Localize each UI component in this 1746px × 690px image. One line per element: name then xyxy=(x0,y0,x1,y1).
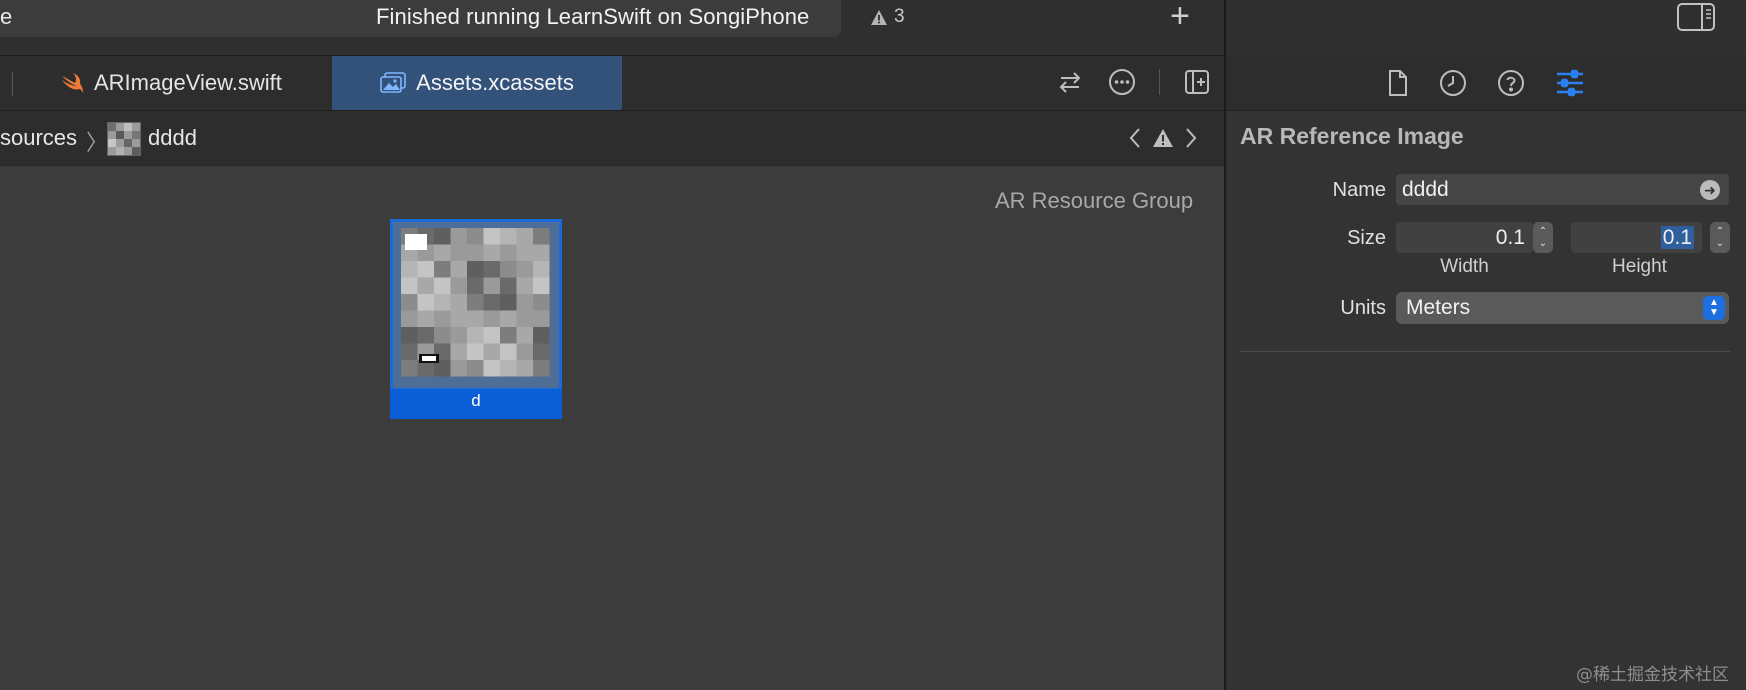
resource-group-label: AR Resource Group xyxy=(995,188,1194,213)
attributes-inspector-icon[interactable] xyxy=(1555,69,1585,97)
tab-arimageview-swift[interactable]: ARImageView.swift xyxy=(60,70,282,96)
width-field[interactable]: 0.1 xyxy=(1396,222,1533,253)
add-editor-split-icon[interactable] xyxy=(1182,67,1212,97)
height-field[interactable]: 0.1 xyxy=(1571,222,1702,253)
toolbar-divider xyxy=(1159,69,1160,95)
swap-arrows-icon[interactable] xyxy=(1055,67,1085,97)
editor-actions xyxy=(1055,67,1212,97)
size-label: Size xyxy=(1347,227,1386,249)
tab-label: Assets.xcassets xyxy=(416,70,574,95)
breadcrumb-item-asset[interactable]: dddd xyxy=(148,125,197,151)
tab-assets-xcassets[interactable]: Assets.xcassets xyxy=(332,56,622,110)
warning-icon[interactable] xyxy=(1152,128,1174,148)
chevron-up-icon[interactable]: ⌃ xyxy=(1539,226,1547,238)
swift-icon xyxy=(62,73,83,93)
height-value-selected[interactable]: 0.1 xyxy=(1660,226,1694,249)
inspector-tabs xyxy=(1226,56,1746,111)
width-stepper[interactable]: ⌃ ⌄ xyxy=(1533,222,1553,253)
height-caption: Height xyxy=(1612,256,1667,277)
breadcrumb-separator: 〉 xyxy=(86,130,109,155)
width-caption: Width xyxy=(1440,256,1489,277)
inspector-section-title: AR Reference Image xyxy=(1240,123,1464,149)
breadcrumb-item-group[interactable]: sources xyxy=(0,125,77,151)
pixelated-image xyxy=(393,222,559,388)
add-button[interactable]: + xyxy=(1170,0,1190,33)
inspector-toggle-icon[interactable] xyxy=(1676,2,1716,37)
reference-image-preview xyxy=(390,219,562,391)
tab-label: ARImageView.swift xyxy=(94,70,282,95)
warning-indicator[interactable]: 3 xyxy=(870,6,905,28)
issue-navigation xyxy=(1128,126,1198,150)
reference-image-tile[interactable]: d xyxy=(390,219,562,423)
warning-icon xyxy=(871,9,887,25)
chevron-down-icon[interactable]: ⌄ xyxy=(1716,238,1724,250)
image-assets-icon xyxy=(380,72,406,93)
warning-count: 3 xyxy=(894,6,905,27)
units-label: Units xyxy=(1340,297,1386,319)
watermark: @稀土掘金技术社区 xyxy=(1576,665,1729,685)
popup-chevrons-icon[interactable]: ▲ ▼ xyxy=(1703,296,1725,320)
name-field[interactable]: dddd xyxy=(1396,174,1729,205)
height-stepper[interactable]: ⌃ ⌄ xyxy=(1710,222,1730,253)
tab-divider xyxy=(12,72,13,96)
arrow-right-circle-icon[interactable]: ➜ xyxy=(1700,180,1720,200)
file-inspector-icon[interactable] xyxy=(1387,69,1409,97)
name-label: Name xyxy=(1332,179,1386,201)
inspector-toolbar xyxy=(1226,0,1746,55)
more-options-icon[interactable] xyxy=(1107,67,1137,97)
chevron-right-icon[interactable] xyxy=(1184,126,1198,150)
units-select[interactable]: Meters xyxy=(1396,292,1729,324)
inspector-divider xyxy=(1240,351,1730,352)
asset-name-label[interactable]: d xyxy=(390,391,562,411)
status-left-fragment: e xyxy=(0,4,13,29)
asset-thumbnail-icon xyxy=(107,122,141,156)
help-inspector-icon[interactable] xyxy=(1497,69,1525,97)
chevron-left-icon[interactable] xyxy=(1128,126,1142,150)
history-inspector-icon[interactable] xyxy=(1439,69,1467,97)
build-status-text: Finished running LearnSwift on SongiPhon… xyxy=(376,4,810,29)
chevron-down-icon[interactable]: ⌄ xyxy=(1539,238,1547,250)
asset-canvas[interactable] xyxy=(0,166,1224,690)
chevron-up-icon[interactable]: ⌃ xyxy=(1716,226,1724,238)
